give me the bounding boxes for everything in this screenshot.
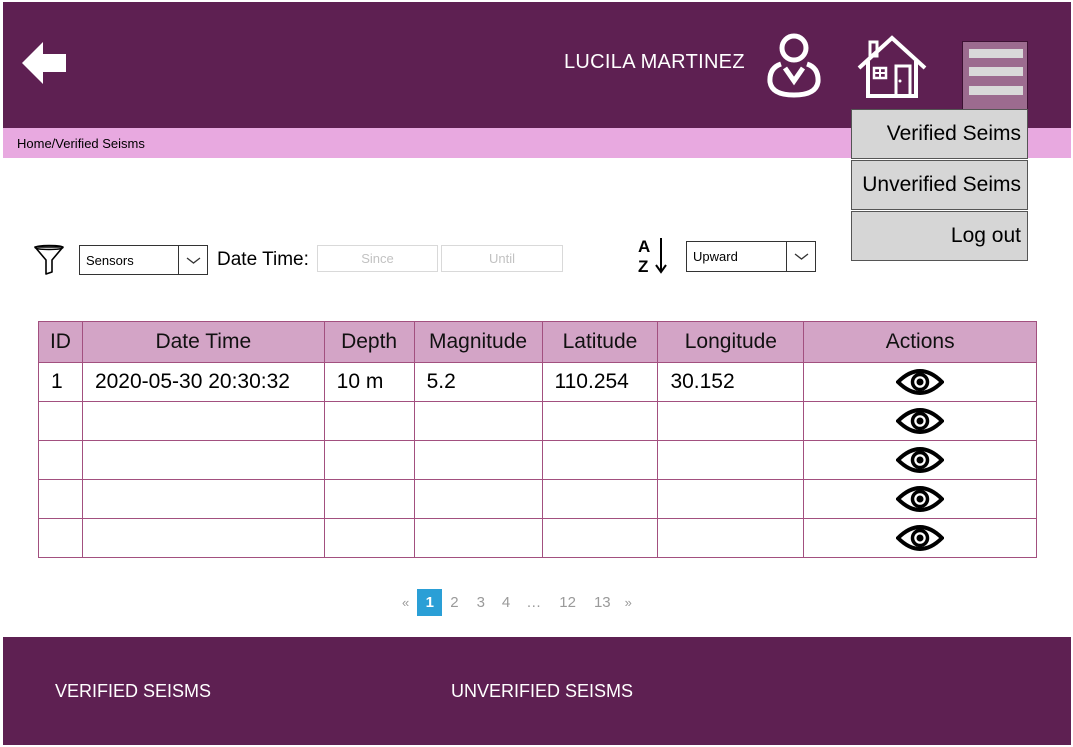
hamburger-menu-icon[interactable] xyxy=(962,41,1028,111)
datetime-label: Date Time: xyxy=(217,249,309,270)
cell-magnitude: 5.2 xyxy=(413,362,543,402)
view-eye-icon[interactable] xyxy=(896,523,945,553)
cell-magnitude xyxy=(413,518,543,558)
cell-id xyxy=(38,518,83,558)
cell-magnitude xyxy=(413,479,543,519)
breadcrumb: Home/Verified Seisms xyxy=(17,136,145,151)
sort-az-icon[interactable]: A Z xyxy=(636,235,670,275)
cell-latitude xyxy=(541,401,659,441)
column-header-magnitude[interactable]: Magnitude xyxy=(413,321,543,363)
cell-depth xyxy=(323,401,415,441)
page-link[interactable]: 2 xyxy=(450,594,458,611)
until-date-input[interactable]: Until xyxy=(441,245,563,272)
sort-order-value: Upward xyxy=(693,249,738,264)
page-link[interactable]: 12 xyxy=(559,594,576,611)
cell-actions xyxy=(803,518,1037,558)
menu-item-unverified-seims[interactable]: Unverified Seims xyxy=(851,160,1028,210)
cell-actions xyxy=(803,362,1037,402)
cell-latitude: 110.254 xyxy=(541,362,659,402)
cell-longitude xyxy=(657,479,805,519)
cell-date-time xyxy=(81,518,325,558)
filter-icon[interactable] xyxy=(33,244,65,276)
cell-actions xyxy=(803,440,1037,480)
pagination-ellipsis: … xyxy=(526,594,542,611)
cell-longitude xyxy=(657,440,805,480)
user-icon[interactable] xyxy=(767,32,821,98)
column-header-id[interactable]: ID xyxy=(38,321,83,363)
menu-item-verified-seims[interactable]: Verified Seims xyxy=(851,109,1028,159)
cell-id xyxy=(38,440,83,480)
cell-actions xyxy=(803,479,1037,519)
table-row xyxy=(38,401,1037,441)
cell-id xyxy=(38,479,83,519)
cell-longitude xyxy=(657,518,805,558)
cell-depth xyxy=(323,518,415,558)
back-arrow-icon[interactable] xyxy=(22,42,68,84)
cell-longitude xyxy=(657,401,805,441)
cell-id: 1 xyxy=(38,362,83,402)
view-eye-icon[interactable] xyxy=(896,406,945,436)
username-label: LUCILA MARTINEZ xyxy=(564,51,745,73)
cell-date-time: 2020-05-30 20:30:32 xyxy=(81,362,325,402)
table-header-row: ID Date Time Depth Magnitude Latitude Lo… xyxy=(38,321,1037,363)
view-eye-icon[interactable] xyxy=(896,484,945,514)
cell-latitude xyxy=(541,518,659,558)
cell-date-time xyxy=(81,401,325,441)
table-row xyxy=(38,440,1037,480)
svg-text:A: A xyxy=(638,237,650,256)
view-eye-icon[interactable] xyxy=(896,367,945,397)
cell-magnitude xyxy=(413,440,543,480)
pagination-next[interactable]: » xyxy=(625,595,632,610)
cell-id xyxy=(38,401,83,441)
cell-longitude: 30.152 xyxy=(657,362,805,402)
cell-depth xyxy=(323,440,415,480)
page-link[interactable]: 4 xyxy=(502,594,510,611)
column-header-actions: Actions xyxy=(803,321,1037,363)
cell-depth: 10 m xyxy=(323,362,415,402)
cell-date-time xyxy=(81,479,325,519)
footer-link-unverified-seisms[interactable]: UNVERIFIED SEISMS xyxy=(451,681,633,702)
cell-magnitude xyxy=(413,401,543,441)
home-icon[interactable] xyxy=(856,34,928,98)
column-header-date-time[interactable]: Date Time xyxy=(81,321,325,363)
column-header-depth[interactable]: Depth xyxy=(323,321,415,363)
pagination: « 1 2 3 4 … 12 13 » xyxy=(402,589,632,616)
page-link[interactable]: 13 xyxy=(594,594,611,611)
sort-order-select[interactable]: Upward xyxy=(686,241,816,272)
sensor-select[interactable]: Sensors xyxy=(79,245,208,275)
chevron-down-icon xyxy=(786,242,815,271)
seisms-table: ID Date Time Depth Magnitude Latitude Lo… xyxy=(38,321,1037,558)
cell-date-time xyxy=(81,440,325,480)
view-eye-icon[interactable] xyxy=(896,445,945,475)
menu-item-log-out[interactable]: Log out xyxy=(851,211,1028,261)
since-date-input[interactable]: Since xyxy=(317,245,438,272)
footer-link-verified-seisms[interactable]: VERIFIED SEISMS xyxy=(55,681,211,702)
cell-latitude xyxy=(541,440,659,480)
cell-actions xyxy=(803,401,1037,441)
chevron-down-icon xyxy=(178,246,207,274)
cell-depth xyxy=(323,479,415,519)
page-link[interactable]: 3 xyxy=(477,594,485,611)
page-link-current[interactable]: 1 xyxy=(417,589,443,616)
cell-latitude xyxy=(541,479,659,519)
table-row xyxy=(38,479,1037,519)
pagination-prev[interactable]: « xyxy=(402,595,409,610)
column-header-longitude[interactable]: Longitude xyxy=(657,321,805,363)
table-row: 1 2020-05-30 20:30:32 10 m 5.2 110.254 3… xyxy=(38,362,1037,402)
svg-text:Z: Z xyxy=(638,257,648,275)
column-header-latitude[interactable]: Latitude xyxy=(541,321,659,363)
table-row xyxy=(38,518,1037,558)
sensor-select-value: Sensors xyxy=(86,253,134,268)
